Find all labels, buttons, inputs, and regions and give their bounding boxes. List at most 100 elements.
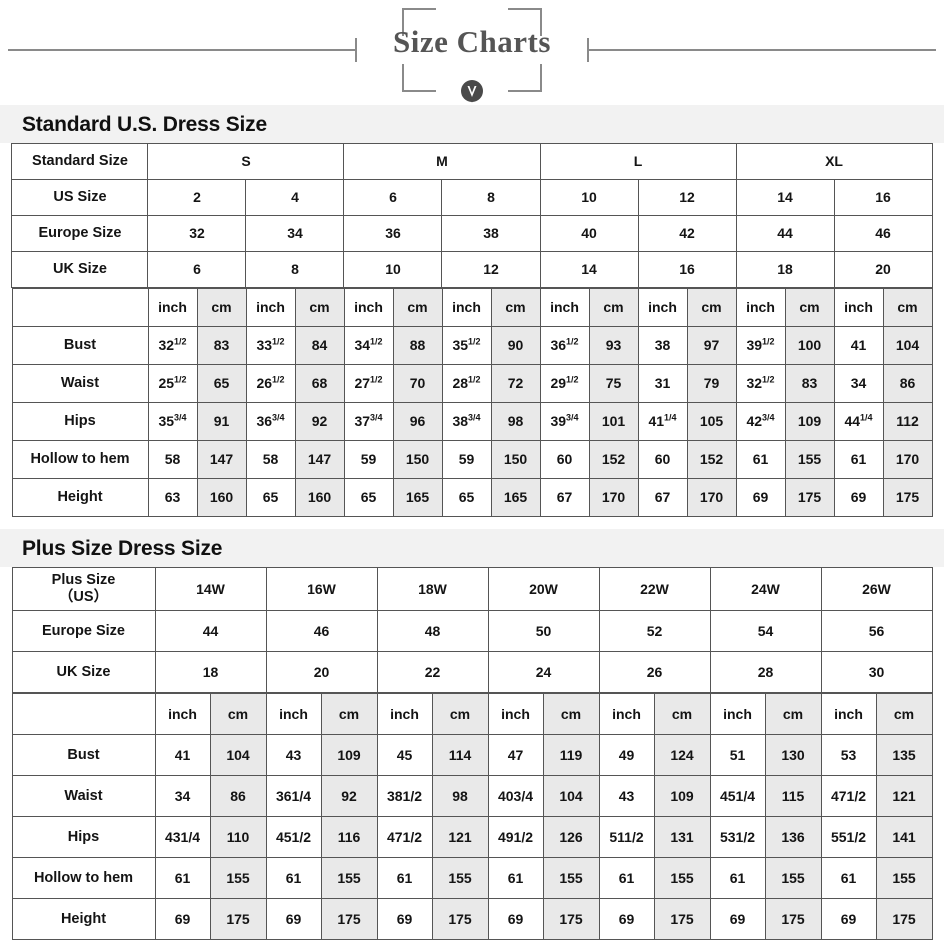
cell-inch: 69 [154,898,211,940]
cell-inch: 373/4 [343,402,394,441]
cell-inch: 69 [487,898,544,940]
cell-cm: 152 [686,440,737,479]
cell-inch: 261/2 [245,364,296,403]
cell-cm: 83 [784,364,835,403]
cell-inch: 451/2 [265,816,322,858]
unit-header-inch: inch [343,288,394,327]
cell-inch: 58 [147,440,198,479]
unit-header-cm: cm [686,288,737,327]
table-row-europe-size: Europe Size 32 34 36 38 40 42 44 46 [11,215,933,252]
cell-inch: 381/2 [376,775,433,817]
cell-cm: 165 [392,478,443,517]
table-row-plus-uk-size: UK Size 18 20 22 24 26 28 30 [11,651,933,693]
cell-inch: 271/2 [343,364,394,403]
cell-cm: 75 [588,364,639,403]
cell-uk-size-4: 12 [441,251,541,288]
cell-europe-size-5: 40 [539,215,639,252]
cell-inch: 423/4 [735,402,786,441]
cell-cm: 175 [542,898,600,940]
cell-inch: 69 [376,898,433,940]
cell-inch: 69 [820,898,877,940]
cell-inch: 67 [539,478,590,517]
cell-inch: 361/4 [265,775,322,817]
table-row-standard-size: Standard Size S M L XL [11,143,933,180]
table-row: Bust 321/2 83 331/2 84 341/2 88 351/2 90 361/2 93 3… [11,326,933,365]
cell-inch: 531/2 [709,816,766,858]
row-label-bust: Bust [11,326,149,365]
cell-us-size-1: 2 [147,179,247,216]
unit-header-cm: cm [784,288,835,327]
cell-inch: 61 [598,857,655,899]
cell-inch: 53 [820,734,877,776]
cell-inch: 61 [487,857,544,899]
unit-header-inch: inch [154,693,211,735]
cell-cm: 104 [542,775,600,817]
cell-europe-size-2: 34 [245,215,345,252]
cell-cm: 175 [882,478,933,517]
unit-header-cm: cm [875,693,933,735]
row-label-us-size: US Size [11,179,149,216]
unit-header-cm: cm [209,693,267,735]
cell-cm: 97 [686,326,737,365]
cell-plus-uk-4: 24 [487,651,600,693]
cell-inch: 38 [637,326,688,365]
cell-europe-size-6: 42 [637,215,737,252]
cell-inch: 331/2 [245,326,296,365]
cell-cm: 160 [196,478,247,517]
cell-cm: 109 [320,734,378,776]
cell-cm: 83 [196,326,247,365]
cell-plus-uk-7: 30 [820,651,933,693]
cell-plus-size-3: 18W [376,567,489,611]
cell-inch: 34 [833,364,884,403]
cell-cm: 119 [542,734,600,776]
cell-uk-size-7: 18 [735,251,835,288]
unit-header-inch: inch [441,288,492,327]
cell-cm: 175 [320,898,378,940]
cell-cm: 165 [490,478,541,517]
unit-header-inch: inch [833,288,884,327]
cell-cm: 72 [490,364,541,403]
unit-header-cm: cm [294,288,345,327]
cell-inch: 65 [343,478,394,517]
plus-label-line-2: （US） [58,589,109,605]
table-row: Waist 251/2 65 261/2 68 271/2 70 281/2 72 291/2 75… [11,364,933,403]
cell-cm: 109 [653,775,711,817]
cell-cm: 155 [431,857,489,899]
unit-header-cm: cm [392,288,443,327]
section-heading-plus: Plus Size Dress Size [0,529,944,567]
cell-cm: 175 [431,898,489,940]
unit-header-cm: cm [764,693,822,735]
cell-uk-size-3: 10 [343,251,443,288]
row-label-hips: Hips [11,816,156,858]
table-row: Height 69 175 69 175 69 175 69 175 69 175 69 175 69 17… [11,898,933,940]
cell-cm: 175 [875,898,933,940]
cell-plus-uk-6: 28 [709,651,822,693]
section-gap-1 [0,517,944,529]
cell-inch: 69 [709,898,766,940]
row-label-plus-size: Plus Size （US） [11,567,156,611]
cell-cm: 175 [653,898,711,940]
cell-inch: 45 [376,734,433,776]
cell-cm: 121 [875,775,933,817]
standard-measurements-table: inch cm inch cm inch cm inch cm inch cm inch cm inch… [11,288,933,517]
cell-cm: 105 [686,402,737,441]
unit-header-cm: cm [196,288,247,327]
cell-cm: 170 [882,440,933,479]
cell-us-size-7: 14 [735,179,835,216]
unit-header-inch: inch [265,693,322,735]
cell-uk-size-1: 6 [147,251,247,288]
cell-inch: 61 [154,857,211,899]
unit-header-cm: cm [490,288,541,327]
frame-corner-bottom-left-icon [402,64,436,92]
cell-inch: 69 [735,478,786,517]
cell-inch: 63 [147,478,198,517]
group-cell-xl: XL [735,143,933,180]
unit-header-inch: inch [376,693,433,735]
cell-cm: 100 [784,326,835,365]
cell-cm: 70 [392,364,443,403]
cell-inch: 321/2 [735,364,786,403]
cell-cm: 135 [875,734,933,776]
page-banner: Size Charts [0,0,944,105]
row-label-plus-europe-size: Europe Size [11,610,156,652]
cell-inch: 353/4 [147,402,198,441]
